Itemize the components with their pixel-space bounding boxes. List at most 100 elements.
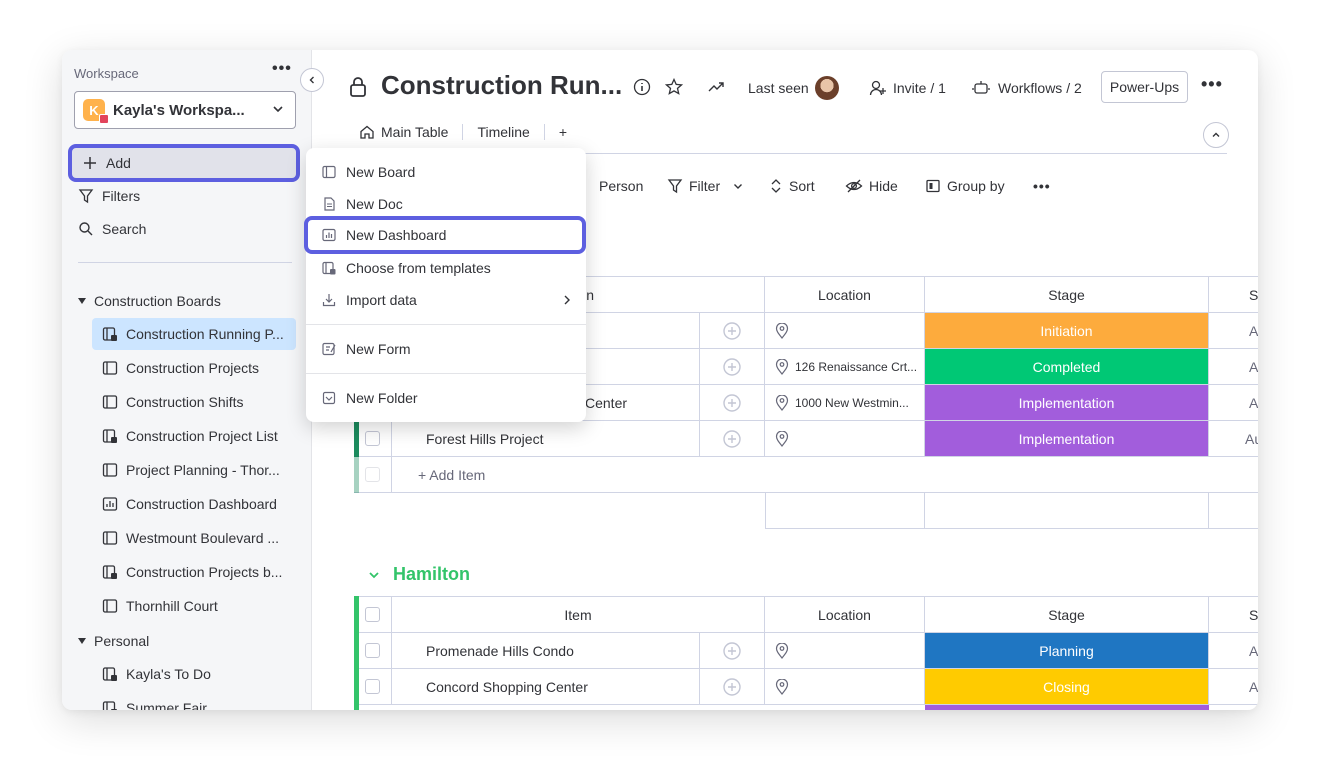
row-checkbox[interactable] [365,679,380,694]
row-checkbox-cell[interactable] [354,669,392,705]
sidebar-item-construction-shifts[interactable]: Construction Shifts [92,386,296,418]
row-checkbox[interactable] [365,431,380,446]
item-cell[interactable]: Forest Hills Project [392,421,700,457]
extra-cell[interactable]: A [1209,313,1258,349]
menu-item-label: New Doc [346,196,403,212]
add-view-button[interactable]: + [559,124,567,140]
location-cell[interactable]: 126 Renaissance Crt... [765,349,925,385]
stage-cell[interactable]: Implementation [925,385,1209,421]
updates-cell[interactable] [700,349,765,385]
sidebar-item-construction-projects-b[interactable]: Construction Projects b... [92,556,296,588]
sort-icon [771,179,781,193]
sidebar-item-construction-projects[interactable]: Construction Projects [92,352,296,384]
chevron-down-icon [273,106,283,113]
board-icon [102,361,118,375]
add-item-input[interactable]: + Add Item [392,457,1258,493]
row-checkbox-cell[interactable] [354,421,392,457]
more-icon[interactable]: ••• [1201,74,1223,95]
item-cell[interactable]: Concord Shopping Center [392,669,700,705]
sidebar-item-label: Construction Dashboard [126,496,277,512]
filter-button[interactable]: Filter [667,178,750,194]
workspace-more-icon[interactable]: ••• [272,60,292,78]
sidebar-item-westmount[interactable]: Westmount Boulevard ... [92,522,296,554]
updates-cell[interactable] [700,313,765,349]
menu-item-new-board[interactable]: New Board [306,156,586,188]
board-icon [322,165,336,179]
sidebar-item-summer-fair[interactable]: Summer Fair [92,692,296,710]
extra-cell[interactable]: A [1209,669,1258,705]
menu-item-new-form[interactable]: New Form [306,333,586,365]
menu-item-new-folder[interactable]: New Folder [306,382,586,414]
invite-button[interactable]: Invite / 1 [869,79,946,97]
collapse-sidebar-button[interactable] [300,68,324,92]
folder-construction-boards[interactable]: Construction Boards [78,293,221,309]
group-title-hamilton[interactable]: Hamilton [367,564,470,585]
extra-cell[interactable]: Au [1209,421,1258,457]
workspace-selector[interactable]: K Kayla's Workspa... [74,91,296,129]
add-item-row[interactable]: + Add Item [354,457,1258,493]
search-nav[interactable]: Search [78,221,146,237]
table-row[interactable]: Promenade Hills Condo Planning A [354,633,1258,669]
location-cell[interactable]: 1000 New Westmin... [765,385,925,421]
stage-cell[interactable]: Completed [925,349,1209,385]
select-all-checkbox[interactable] [365,607,380,622]
item-cell[interactable]: Promenade Hills Condo [392,633,700,669]
caret-down-icon [78,298,86,304]
invite-label: Invite / 1 [893,80,946,96]
extra-cell[interactable]: A [1209,349,1258,385]
star-icon[interactable] [665,78,683,96]
row-checkbox-cell[interactable] [354,633,392,669]
hide-button[interactable]: Hide [845,178,898,194]
status-header: S [1209,276,1258,313]
updates-cell[interactable] [700,421,765,457]
stage-cell[interactable]: Initiation [925,313,1209,349]
sidebar-item-label: Construction Running P... [126,326,284,342]
table-row[interactable]: Forest Hills Project Implementation Au [354,421,1258,457]
row-checkbox[interactable] [365,643,380,658]
sidebar-item-construction-running[interactable]: Construction Running P... [92,318,296,350]
add-button[interactable]: Add [68,144,300,182]
filters-nav[interactable]: Filters [78,188,140,204]
menu-item-new-dashboard[interactable]: New Dashboard [304,216,586,254]
updates-cell[interactable] [700,385,765,421]
sidebar-item-kaylas-to-do[interactable]: Kayla's To Do [92,658,296,690]
location-cell[interactable] [765,633,925,669]
extra-cell[interactable]: A [1209,385,1258,421]
workflows-button[interactable]: Workflows / 2 [972,79,1082,97]
updates-cell[interactable] [700,633,765,669]
stage-cell[interactable]: Planning [925,633,1209,669]
sidebar-item-thornhill-court[interactable]: Thornhill Court [92,590,296,622]
select-all-cell[interactable] [354,596,392,633]
stage-cell[interactable]: Closing [925,669,1209,705]
board-icon [102,531,118,545]
activity-icon[interactable] [707,78,725,96]
sidebar-item-construction-project-list[interactable]: Construction Project List [92,420,296,452]
location-cell[interactable] [765,669,925,705]
tab-main-table[interactable]: Main Table [359,124,448,140]
folder-personal[interactable]: Personal [78,633,149,649]
toolbar-more-icon[interactable]: ••• [1033,178,1051,194]
collapse-header-button[interactable] [1203,122,1229,148]
chevron-down-icon [369,571,379,578]
sidebar-item-construction-dashboard[interactable]: Construction Dashboard [92,488,296,520]
menu-item-choose-templates[interactable]: Choose from templates [306,252,586,284]
board-title[interactable]: Construction Run... [381,70,622,101]
location-cell[interactable] [765,421,925,457]
stage-cell[interactable]: Implementation [925,421,1209,457]
last-seen[interactable]: Last seen [748,76,839,100]
info-icon[interactable] [633,78,651,96]
updates-cell[interactable] [700,669,765,705]
menu-item-import-data[interactable]: Import data [306,284,586,316]
sidebar-item-project-planning[interactable]: Project Planning - Thor... [92,454,296,486]
powerups-button[interactable]: Power-Ups [1101,71,1188,103]
board-icon [102,599,118,613]
menu-divider [306,373,586,374]
group-by-button[interactable]: Group by [925,178,1005,194]
person-filter-button[interactable]: Person [599,178,643,194]
tab-timeline[interactable]: Timeline [477,124,529,140]
filters-label: Filters [102,188,141,204]
table-row[interactable]: Concord Shopping Center Closing A [354,669,1258,705]
sort-button[interactable]: Sort [769,178,815,194]
location-cell[interactable] [765,313,925,349]
extra-cell[interactable]: A [1209,633,1258,669]
